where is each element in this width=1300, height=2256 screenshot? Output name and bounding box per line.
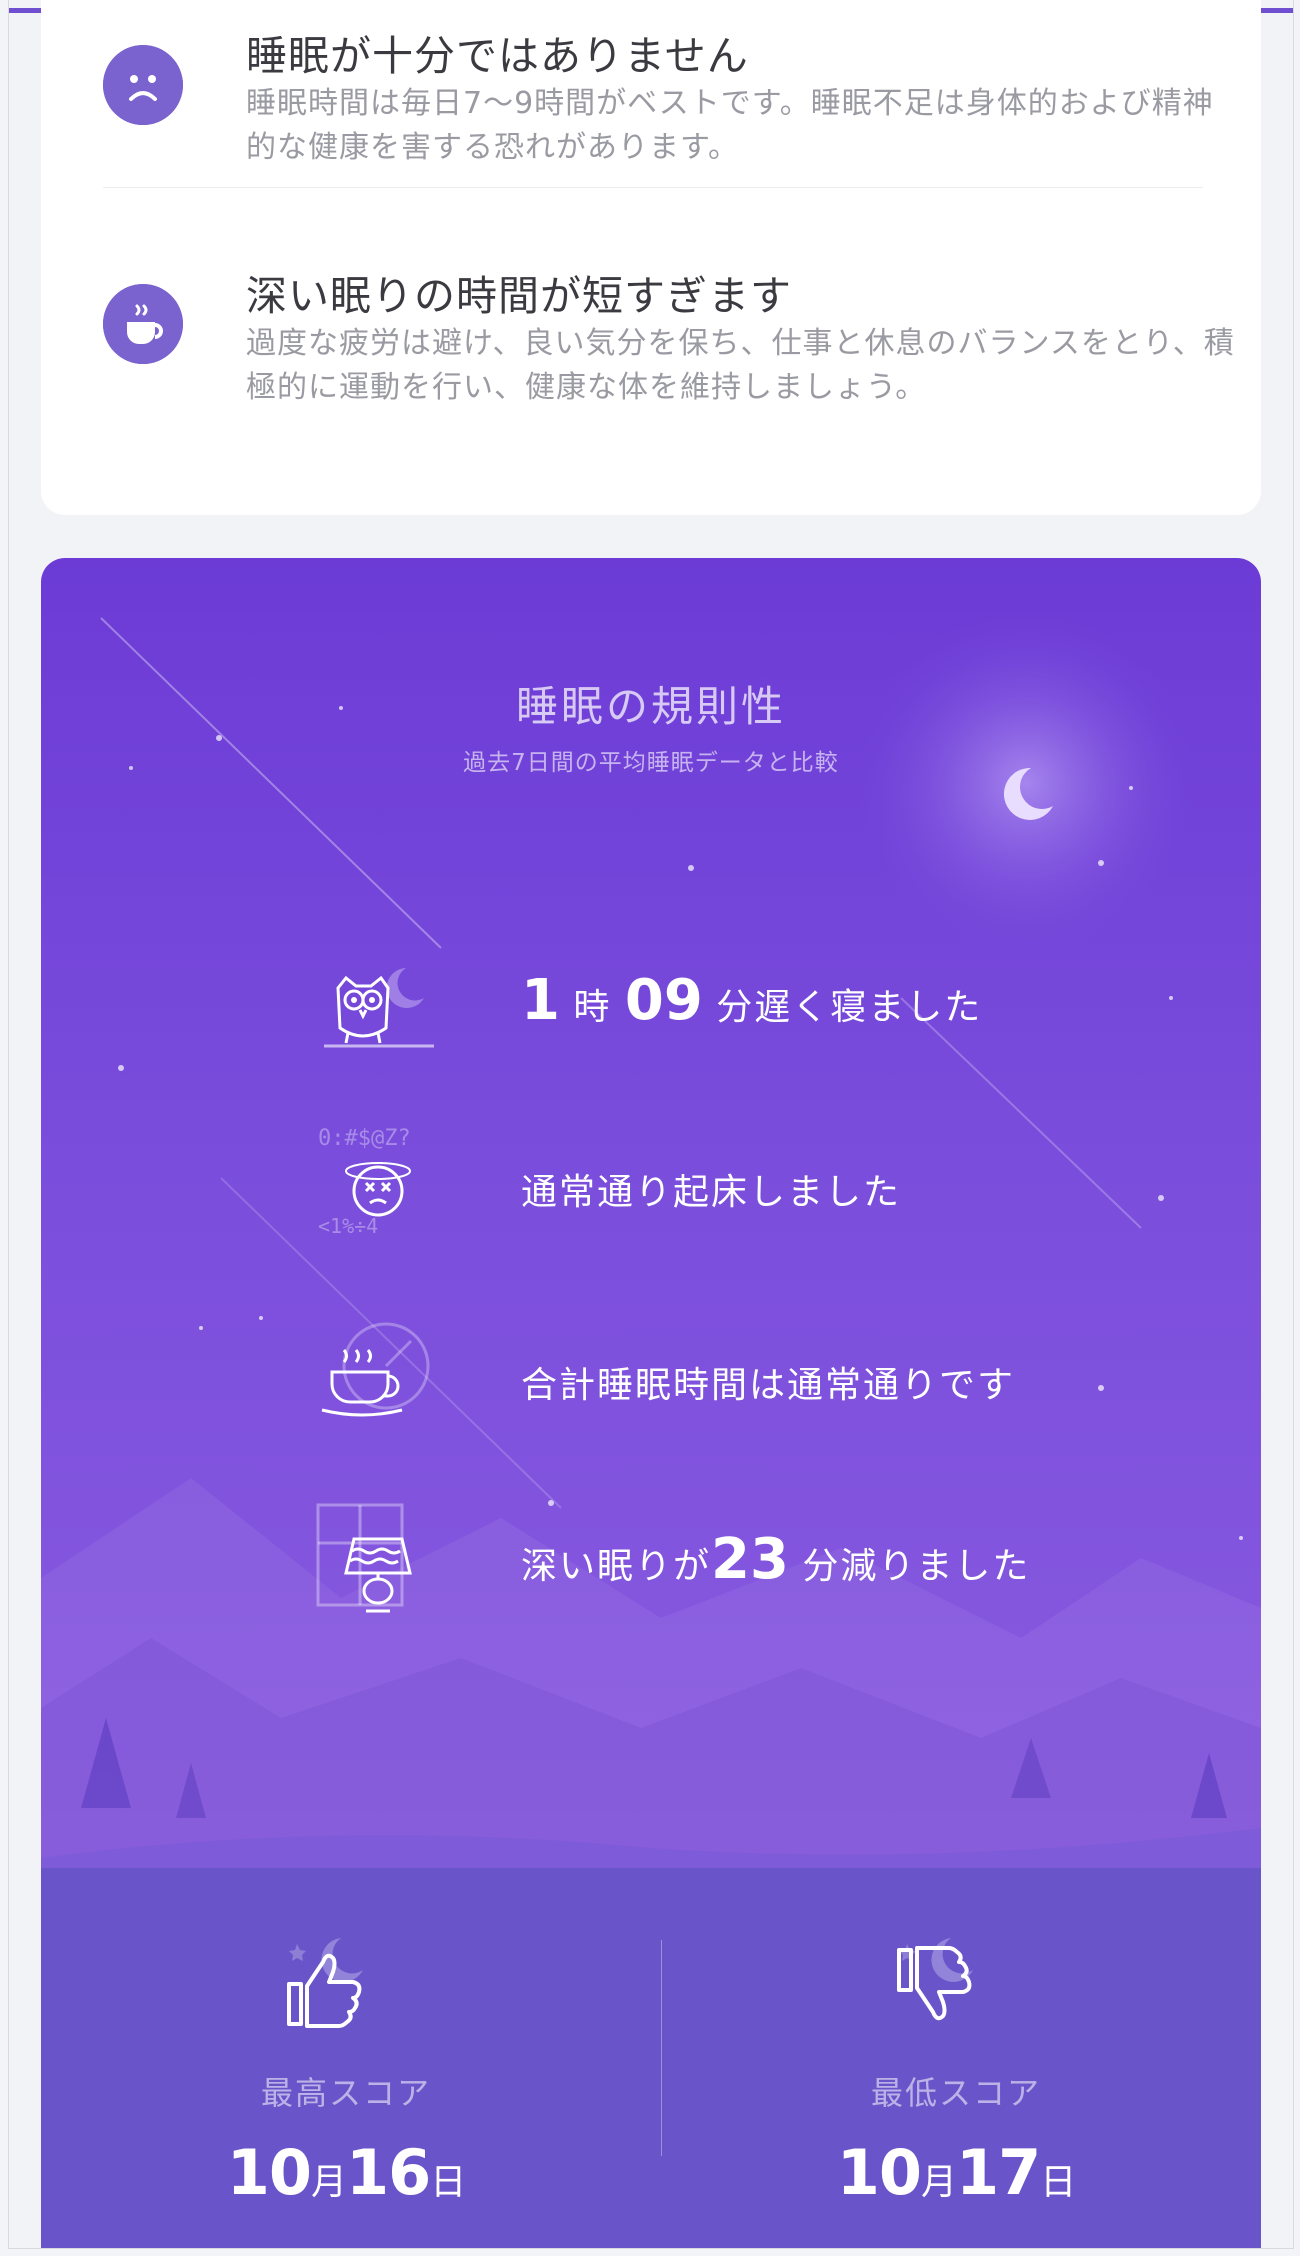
owl-icon	[316, 948, 446, 1068]
regularity-title: 睡眠の規則性	[515, 682, 786, 731]
worst-score: 最低スコア 10月17日	[651, 1868, 1261, 2248]
best-month: 10	[226, 2136, 312, 2209]
stat-total-sleep: 合計睡眠時間は通常通りです	[316, 1316, 1116, 1436]
advice-title: 深い眠りの時間が短すぎます	[246, 272, 792, 320]
hour-unit: 時	[573, 987, 612, 1028]
sad-face-icon	[103, 45, 183, 125]
deep-sleep-minutes: 23	[711, 1527, 789, 1592]
stat-bedtime: 1 時 09 分遅く寝ました	[316, 948, 1116, 1068]
stat-wakeup: 0:#$@Z? <1%÷4 通常通り起床しました	[316, 1123, 1116, 1243]
month-unit: 月	[310, 2162, 347, 2203]
screen-frame: 睡眠が十分ではありません 睡眠時間は毎日7〜9時間がベストです。睡眠不足は身体的…	[8, 0, 1294, 2249]
stat-deep-sleep: 深い眠りが23 分減りました	[316, 1503, 1116, 1623]
advice-card: 睡眠が十分ではありません 睡眠時間は毎日7〜9時間がベストです。睡眠不足は身体的…	[41, 0, 1261, 515]
divider	[103, 187, 1203, 188]
dizzy-face-icon: 0:#$@Z? <1%÷4	[316, 1123, 446, 1243]
bedtime-suffix: 分遅く寝ました	[716, 987, 983, 1028]
worst-month: 10	[836, 2136, 922, 2209]
worst-score-date: 10月17日	[651, 2136, 1261, 2209]
worst-day: 17	[956, 2136, 1041, 2209]
bedtime-hours: 1	[521, 968, 560, 1033]
thumbs-down-icon	[891, 1928, 1021, 2048]
lamp-window-icon	[316, 1503, 446, 1623]
day-unit: 日	[430, 2162, 466, 2203]
advice-title: 睡眠が十分ではありません	[246, 32, 749, 80]
worst-score-label: 最低スコア	[870, 2074, 1041, 2112]
deep-sleep-text: 深い眠りが23 分減りました	[521, 1527, 1030, 1592]
regularity-subtitle: 過去7日間の平均睡眠データと比較	[463, 750, 839, 776]
best-score-date: 10月16日	[41, 2136, 651, 2209]
total-sleep-text: 合計睡眠時間は通常通りです	[521, 1365, 1016, 1406]
thumbs-up-icon	[281, 1928, 411, 2048]
coffee-cup-icon	[103, 284, 183, 364]
deep-sleep-prefix: 深い眠りが	[521, 1546, 712, 1587]
svg-text:<1%÷4: <1%÷4	[318, 1214, 378, 1238]
deep-sleep-suffix: 分減りました	[802, 1546, 1031, 1587]
month-unit: 月	[920, 2162, 957, 2203]
svg-text:0:#$@Z?: 0:#$@Z?	[318, 1126, 411, 1151]
bedtime-minutes: 09	[624, 968, 703, 1033]
wakeup-text: 通常通り起床しました	[521, 1172, 902, 1213]
score-panel: 最高スコア 10月16日 最低スコア 10月17日	[41, 1868, 1261, 2248]
sleep-regularity-card: 睡眠の規則性 過去7日間の平均睡眠データと比較 1 時 09 分遅く寝ました 0…	[41, 558, 1261, 2248]
advice-description: 睡眠時間は毎日7〜9時間がベストです。睡眠不足は身体的および精神的な健康を害する…	[246, 86, 1214, 165]
day-unit: 日	[1040, 2162, 1076, 2203]
best-score: 最高スコア 10月16日	[41, 1868, 651, 2248]
bedtime-text: 1 時 09 分遅く寝ました	[521, 968, 982, 1033]
tea-clock-icon	[316, 1316, 446, 1436]
best-day: 16	[346, 2136, 431, 2209]
advice-description: 過度な疲労は避け、良い気分を保ち、仕事と休息のバランスをとり、積極的に運動を行い…	[246, 326, 1235, 405]
best-score-label: 最高スコア	[260, 2074, 431, 2112]
